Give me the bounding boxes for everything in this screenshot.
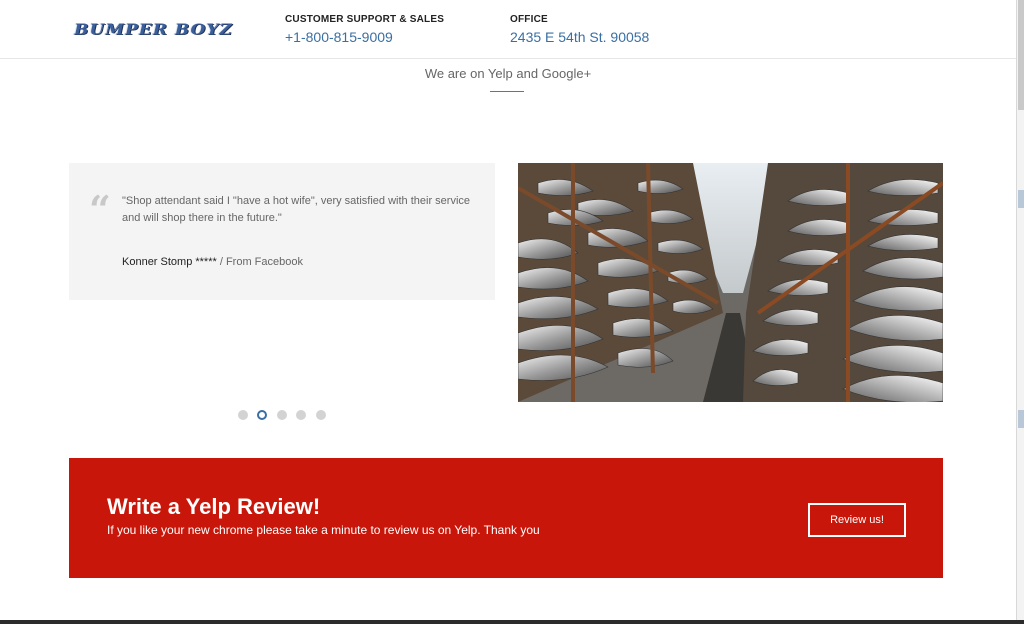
window-bottom-edge <box>0 620 1024 624</box>
section-subheading: We are on Yelp and Google+ <box>424 66 592 81</box>
bumper-rack-photo <box>518 163 943 402</box>
scrollbar-marker <box>1018 410 1024 428</box>
office-address-link[interactable]: 2435 E 54th St. 90058 <box>510 29 649 45</box>
quote-icon: “ <box>89 187 111 232</box>
scrollbar-thumb[interactable] <box>1018 0 1024 110</box>
carousel-dot-3[interactable] <box>277 410 287 420</box>
scrollbar-marker <box>1018 190 1024 208</box>
testimonial-quote: "Shop attendant said I "have a hot wife"… <box>122 195 471 224</box>
carousel-dot-4[interactable] <box>296 410 306 420</box>
testimonial-card: “ "Shop attendant said I "have a hot wif… <box>69 163 495 300</box>
testimonial-author: Konner Stomp ***** / From Facebook <box>122 256 303 268</box>
cta-title: Write a Yelp Review! <box>107 494 321 519</box>
office-label: OFFICE <box>510 14 548 25</box>
carousel-dot-1[interactable] <box>238 410 248 420</box>
author-name: Konner Stomp ***** <box>122 256 217 268</box>
review-us-button[interactable]: Review us! <box>808 503 906 537</box>
logo[interactable]: BUMPER BOYZ <box>74 20 232 40</box>
heading-divider <box>490 91 524 92</box>
cta-description: If you like your new chrome please take … <box>107 523 540 537</box>
yelp-review-banner: Write a Yelp Review! If you like your ne… <box>69 458 943 578</box>
author-source: / From Facebook <box>216 256 303 268</box>
carousel-dot-5[interactable] <box>316 410 326 420</box>
site-header: BUMPER BOYZ CUSTOMER SUPPORT & SALES +1-… <box>0 0 1016 59</box>
office-contact: OFFICE 2435 E 54th St. 90058 <box>510 14 649 45</box>
bumper-rack-illustration <box>518 163 943 402</box>
scrollbar[interactable] <box>1016 0 1024 624</box>
carousel-dot-2[interactable] <box>257 410 267 420</box>
support-contact: CUSTOMER SUPPORT & SALES +1-800-815-9009 <box>285 14 444 45</box>
support-phone-link[interactable]: +1-800-815-9009 <box>285 29 444 45</box>
support-label: CUSTOMER SUPPORT & SALES <box>285 14 445 25</box>
